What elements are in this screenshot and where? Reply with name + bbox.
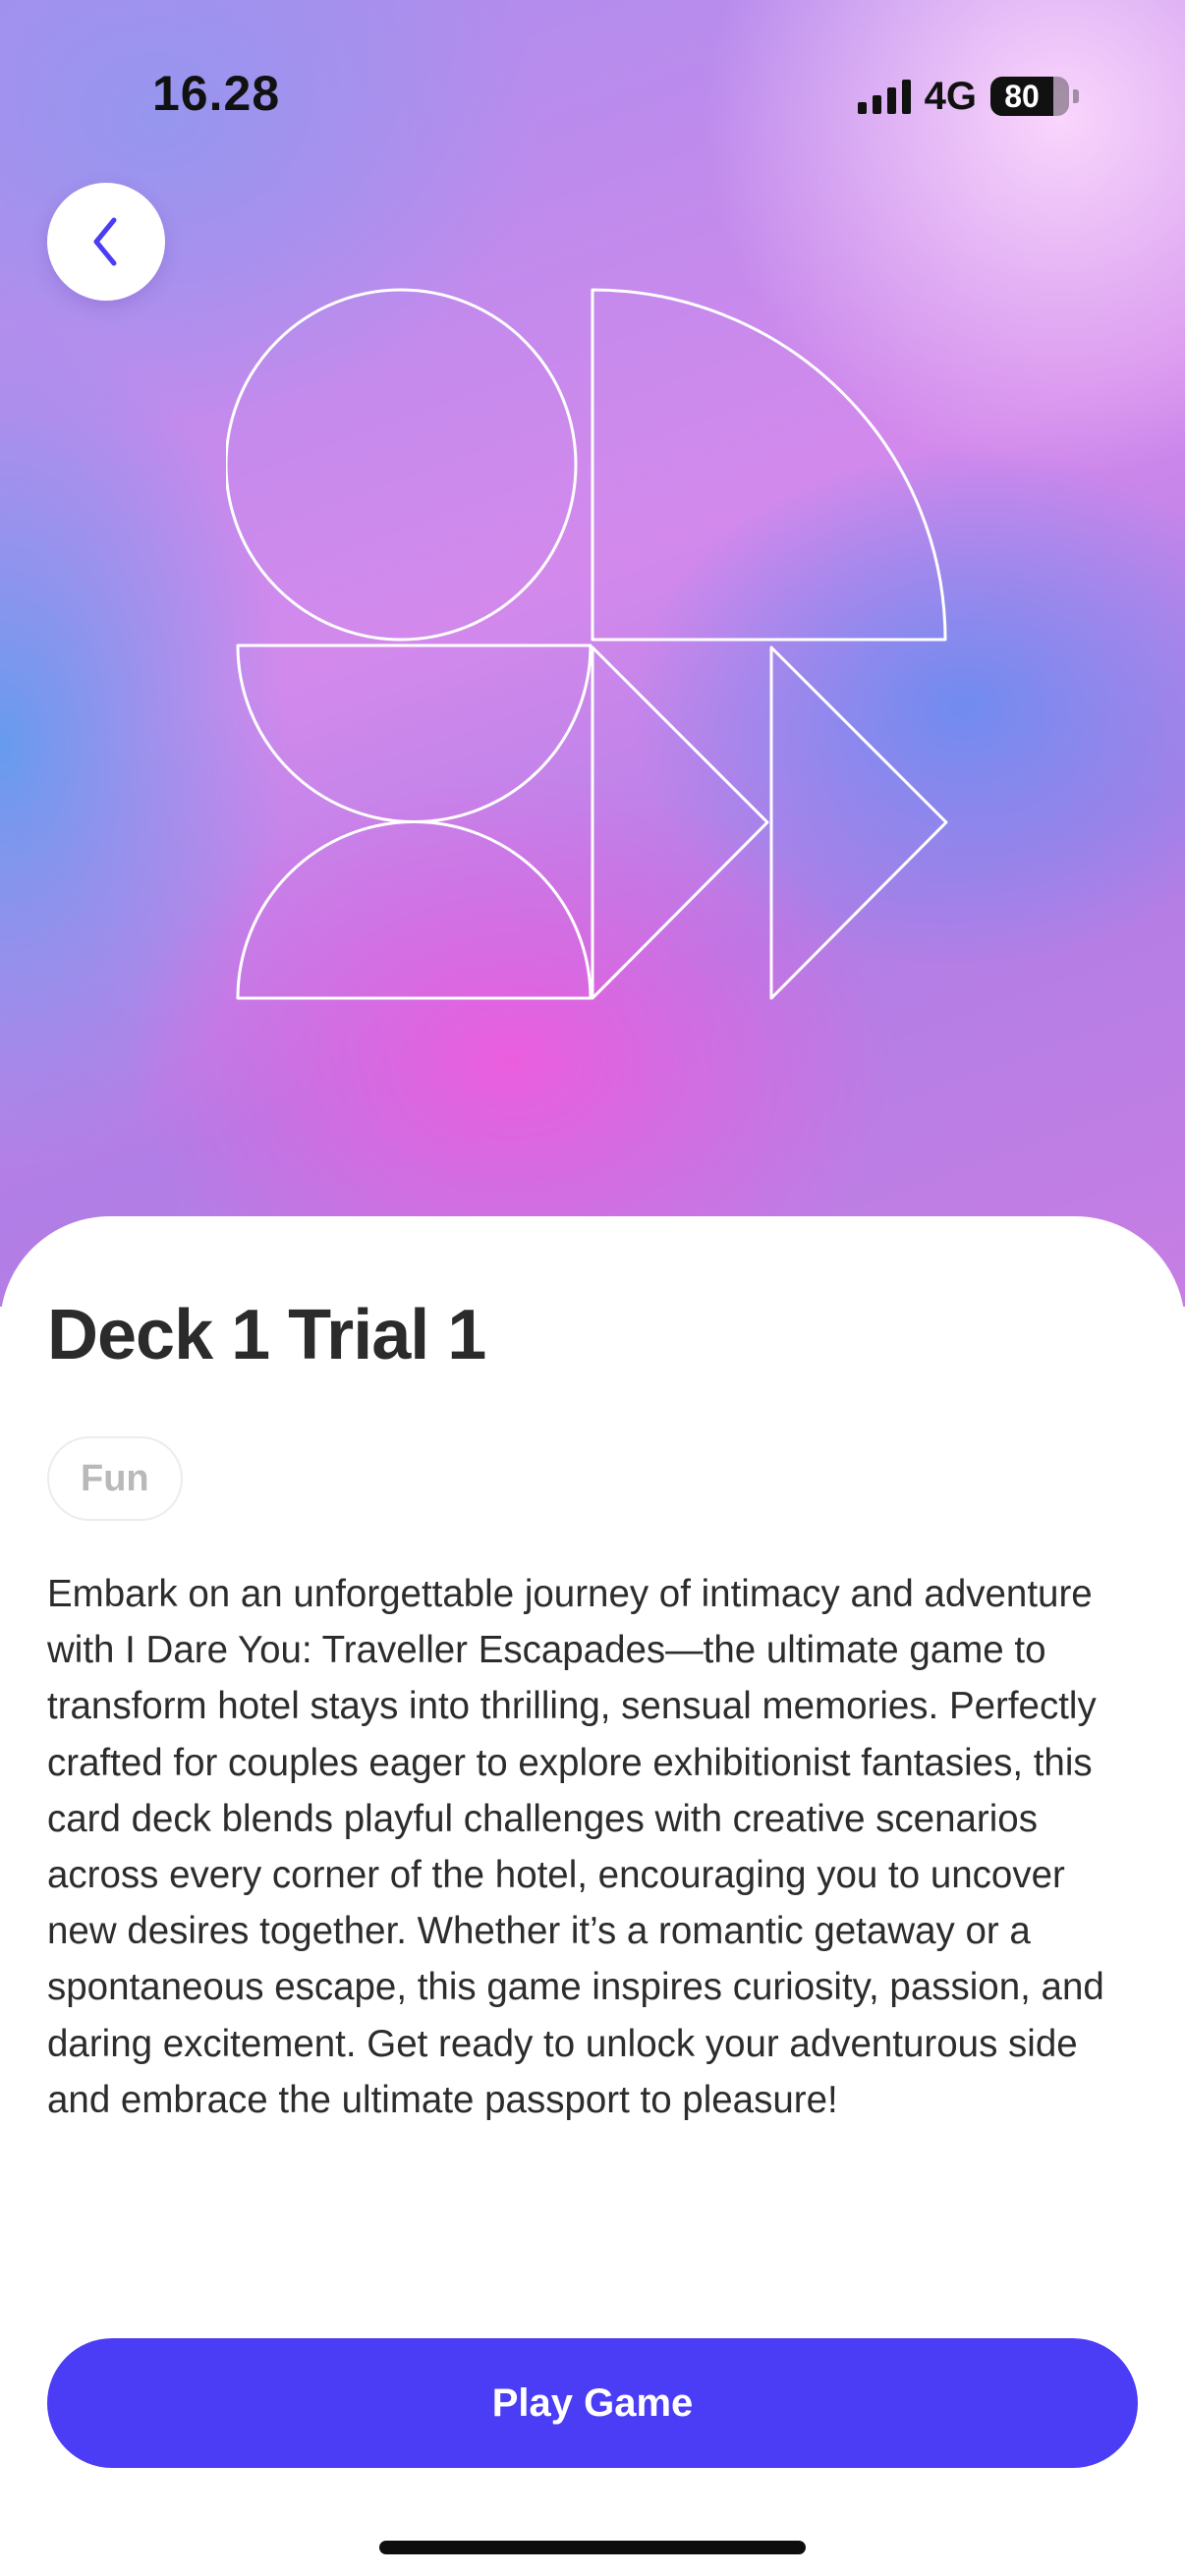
back-button[interactable] xyxy=(47,183,165,301)
artwork-half-circle-top xyxy=(236,644,592,823)
artwork-triangle-right xyxy=(769,645,948,1000)
deck-description: Embark on an unforgettable journey of in… xyxy=(47,1573,1104,2121)
home-indicator[interactable] xyxy=(379,2541,806,2554)
deck-artwork-illustration xyxy=(226,288,948,1000)
status-time: 16.28 xyxy=(152,66,281,121)
artwork-quarter-circle xyxy=(591,288,947,642)
deck-title: Deck 1 Trial 1 xyxy=(47,1296,486,1374)
status-indicators: 4G 80 xyxy=(857,73,1079,120)
battery-percentage: 80 xyxy=(1004,78,1040,114)
deck-details-sheet: Deck 1 Trial 1 Fun Embark on an unforget… xyxy=(0,1216,1185,2576)
artwork-triangle-left xyxy=(591,645,769,1000)
battery-icon: 80 xyxy=(990,77,1069,116)
hero-gradient-banner: 16.28 4G 80 xyxy=(0,0,1185,1307)
chevron-left-icon xyxy=(93,217,117,266)
deck-detail-screen: 16.28 4G 80 Deck 1 Trial 1 Fun Embark on… xyxy=(0,0,1185,2576)
category-tag: Fun xyxy=(47,1436,183,1521)
network-type: 4G xyxy=(924,74,977,118)
cellular-signal-icon xyxy=(857,79,911,114)
play-game-button[interactable]: Play Game xyxy=(47,2338,1138,2468)
artwork-half-circle-bottom xyxy=(236,820,592,1000)
artwork-circle xyxy=(226,288,578,642)
battery-tip xyxy=(1073,89,1079,103)
